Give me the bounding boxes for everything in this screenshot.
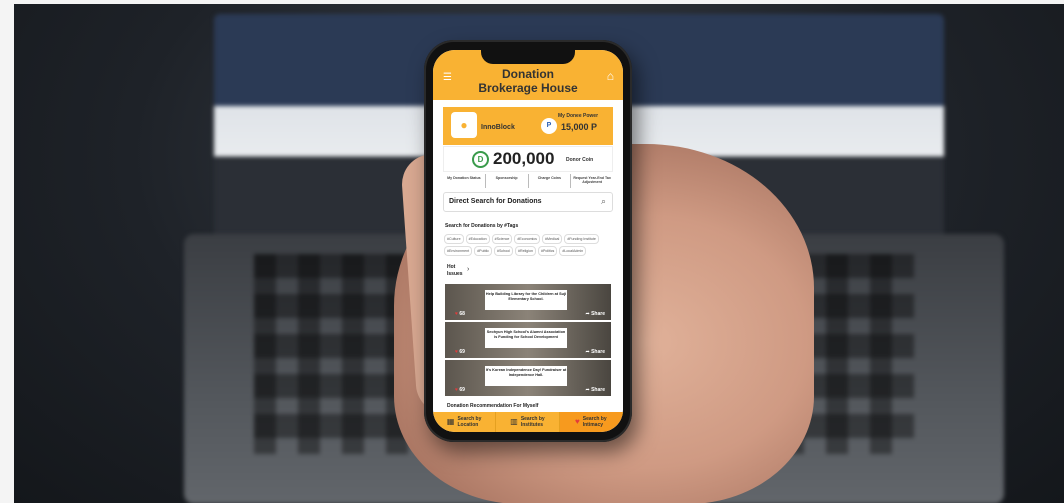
tag-chip[interactable]: #Economics [514, 234, 540, 244]
tag-chip[interactable]: #Environment [444, 246, 473, 256]
card-likes: ♥ 68 [455, 311, 465, 317]
bottom-nav-label: Search by Location [457, 416, 481, 428]
share-button[interactable]: ➦ Share [586, 349, 606, 355]
user-name: InnoBlock [481, 124, 515, 131]
card-likes: ♥ 69 [455, 349, 465, 355]
share-button[interactable]: ➦ Share [586, 387, 606, 393]
action-links: My Donation Status Sponsorship Charge Co… [443, 174, 613, 188]
label-line2: Location [457, 422, 479, 428]
building-icon: ▥ [510, 417, 518, 426]
tag-chip[interactable]: #Politics [537, 246, 558, 256]
share-label: Share [591, 311, 605, 317]
coin-value: 200,000 [493, 149, 555, 168]
profile-panel: ● InnoBlock P My Donee Power 15,000 P [443, 107, 613, 145]
app-title-line1: Donation [502, 67, 554, 81]
share-label: Share [591, 387, 605, 393]
tag-chip[interactable]: #Medical [541, 234, 563, 244]
tag-chip[interactable]: #Culture [444, 234, 464, 244]
label-line2: Intimacy [582, 422, 604, 428]
avatar[interactable]: ● [451, 112, 477, 138]
hot-issue-card[interactable]: Help Building Library for the Children a… [445, 284, 611, 320]
donor-coin-row: D 200,000 Donor Coin [443, 146, 613, 172]
heart-icon: ♥ [574, 417, 580, 426]
tag-chip[interactable]: #Funding Institute [564, 234, 599, 244]
app-title-line2: Brokerage House [478, 81, 578, 95]
donee-power-value: 15,000 P [561, 122, 598, 132]
like-count: 68 [459, 311, 465, 317]
card-title: Seohyun High School's Alumni Association… [485, 328, 567, 348]
recommendation-title: Donation Recommendation For Myself [447, 403, 539, 409]
hot-issue-card[interactable]: It's Korean Independence Day! Fundraiser… [445, 360, 611, 396]
menu-icon[interactable]: ☰ [443, 72, 452, 83]
search-by-intimacy-button[interactable]: ♥ Search by Intimacy [559, 412, 623, 432]
app-title: Donation Brokerage House [463, 67, 593, 95]
card-title: Help Building Library for the Children a… [485, 290, 567, 310]
tags-title: Search for Donations by #Tags [445, 223, 519, 229]
action-tax-adjustment[interactable]: Request Year-End Tax Adjustment [571, 174, 613, 188]
search-by-location-button[interactable]: ▦ Search by Location [433, 412, 497, 432]
donee-power-icon: P [541, 118, 557, 134]
label-line2: Institutes [520, 422, 544, 428]
tag-list: #Culture #Education #Science #Economics … [444, 234, 622, 256]
hot-issues-title[interactable]: Hot Issues [447, 264, 469, 278]
hot-issue-card[interactable]: Seohyun High School's Alumni Association… [445, 322, 611, 358]
bottom-nav-label: Search by Intimacy [583, 416, 607, 428]
home-icon[interactable]: ⌂ [607, 69, 614, 83]
donee-power-label: My Donee Power [558, 113, 599, 119]
heart-icon[interactable]: ♥ [455, 387, 458, 393]
smartphone: ☰ Donation Brokerage House ⌂ ● InnoBlock… [424, 40, 632, 442]
coin-icon: D [472, 151, 489, 168]
like-count: 69 [459, 349, 465, 355]
phone-screen: ☰ Donation Brokerage House ⌂ ● InnoBlock… [433, 50, 623, 432]
card-title: It's Korean Independence Day! Fundraiser… [485, 366, 567, 386]
heart-icon[interactable]: ♥ [455, 349, 458, 355]
search-by-institutes-button[interactable]: ▥ Search by Institutes [496, 412, 560, 432]
like-count: 69 [459, 387, 465, 393]
search-label: Direct Search for Donations [449, 198, 542, 205]
tag-chip[interactable]: #Science [491, 234, 513, 244]
action-sponsorship[interactable]: Sponsorship [486, 174, 529, 188]
action-charge-coins[interactable]: Charge Coins [529, 174, 572, 188]
phone-notch [481, 50, 575, 64]
tag-chip[interactable]: #LocalAdmin [559, 246, 587, 256]
tag-chip[interactable]: #School [493, 246, 513, 256]
tag-chip[interactable]: #Education [465, 234, 490, 244]
search-input[interactable]: Direct Search for Donations ⌕ [443, 192, 613, 212]
share-button[interactable]: ➦ Share [586, 311, 606, 317]
map-icon: ▦ [446, 417, 455, 426]
bottom-nav: ▦ Search by Location ▥ Search by Institute… [433, 412, 623, 432]
bottom-nav-label: Search by Institutes [521, 416, 545, 428]
coin-label: Donor Coin [566, 157, 594, 163]
search-icon[interactable]: ⌕ [601, 196, 606, 207]
action-donation-status[interactable]: My Donation Status [443, 174, 486, 188]
tag-chip[interactable]: #Religion [514, 246, 536, 256]
tag-chip[interactable]: #Public [474, 246, 492, 256]
chevron-right-icon[interactable]: › [467, 266, 469, 273]
card-likes: ♥ 69 [455, 387, 465, 393]
share-label: Share [591, 349, 605, 355]
heart-icon[interactable]: ♥ [455, 311, 458, 317]
